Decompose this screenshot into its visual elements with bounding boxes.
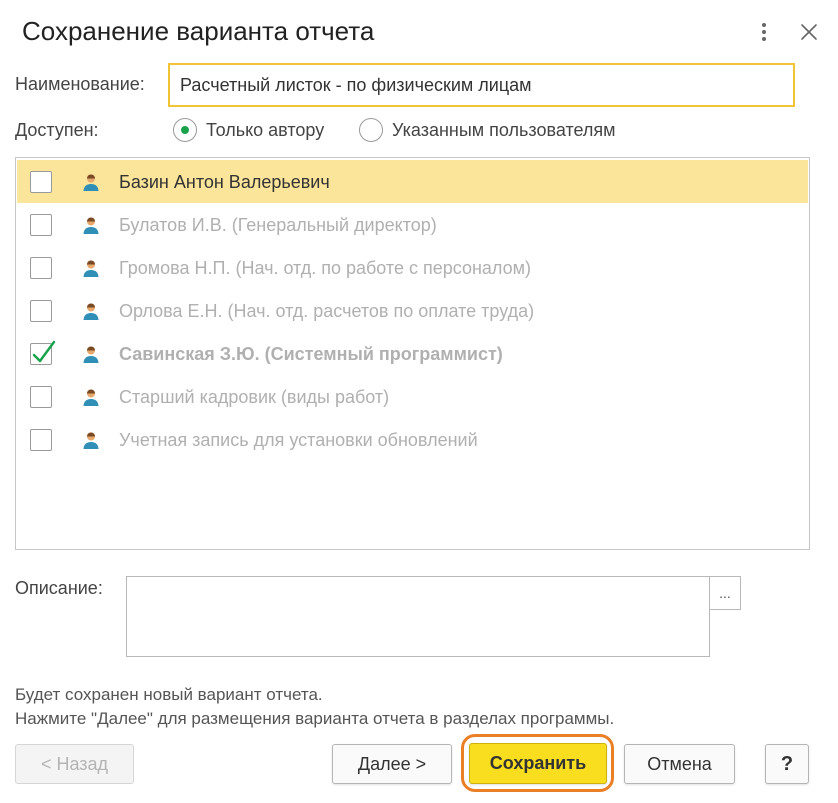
user-checkbox[interactable]	[30, 214, 52, 236]
description-label: Описание:	[15, 578, 103, 598]
user-name: Старший кадровик (виды работ)	[119, 387, 390, 407]
radio-author-only[interactable]: Только автору	[173, 118, 324, 142]
user-checkbox[interactable]	[30, 257, 52, 279]
list-item[interactable]: Базин Антон Валерьевич	[17, 160, 808, 203]
checkmark-icon	[32, 340, 56, 363]
radio-button-unchecked[interactable]	[359, 118, 383, 142]
user-icon	[81, 172, 101, 192]
user-name: Савинская З.Ю. (Системный программист)	[119, 344, 503, 364]
user-name: Орлова Е.Н. (Нач. отд. расчетов по оплат…	[119, 301, 535, 321]
user-name: Учетная запись для установки обновлений	[119, 430, 478, 450]
user-icon	[81, 301, 101, 321]
info-text-line-2: Нажмите "Далее" для размещения варианта …	[15, 709, 615, 728]
user-name: Громова Н.П. (Нач. отд. по работе с перс…	[119, 258, 531, 278]
radio-specified-users[interactable]: Указанным пользователям	[359, 118, 616, 142]
description-edit-button[interactable]: ...	[709, 576, 741, 610]
user-checkbox[interactable]	[30, 171, 52, 193]
user-list[interactable]: Базин Антон Валерьевич Булатов И.В. (Ген…	[15, 157, 810, 550]
access-label: Доступен:	[15, 120, 99, 140]
user-checkbox[interactable]	[30, 300, 52, 322]
cancel-button[interactable]: Отмена	[624, 744, 735, 784]
list-item[interactable]: Старший кадровик (виды работ)	[17, 375, 808, 418]
user-icon	[81, 387, 101, 407]
list-item[interactable]: Учетная запись для установки обновлений	[17, 418, 808, 461]
user-checkbox[interactable]	[30, 429, 52, 451]
user-icon	[81, 344, 101, 364]
radio-button-checked[interactable]	[173, 118, 197, 142]
description-input[interactable]	[126, 576, 710, 657]
list-item[interactable]: Савинская З.Ю. (Системный программист)	[17, 332, 808, 375]
user-checkbox-checked[interactable]	[30, 340, 56, 365]
back-button[interactable]: < Назад	[15, 744, 134, 784]
next-button[interactable]: Далее >	[332, 744, 452, 784]
dialog-title: Сохранение варианта отчета	[22, 16, 375, 46]
user-icon	[81, 215, 101, 235]
help-button[interactable]: ?	[765, 744, 809, 784]
info-text-line-1: Будет сохранен новый вариант отчета.	[15, 685, 323, 704]
more-vertical-icon[interactable]	[750, 18, 778, 46]
name-label: Наименование:	[15, 74, 145, 94]
close-icon[interactable]	[794, 17, 824, 47]
list-item[interactable]: Громова Н.П. (Нач. отд. по работе с перс…	[17, 246, 808, 289]
name-input[interactable]	[168, 63, 795, 107]
user-name: Булатов И.В. (Генеральный директор)	[119, 215, 437, 235]
list-item[interactable]: Булатов И.В. (Генеральный директор)	[17, 203, 808, 246]
user-checkbox[interactable]	[30, 386, 52, 408]
user-icon	[81, 258, 101, 278]
radio-author-only-label: Только автору	[206, 119, 325, 140]
user-icon	[81, 430, 101, 450]
user-name: Базин Антон Валерьевич	[119, 172, 330, 192]
save-button[interactable]: Сохранить	[469, 743, 607, 784]
list-item[interactable]: Орлова Е.Н. (Нач. отд. расчетов по оплат…	[17, 289, 808, 332]
radio-specified-users-label: Указанным пользователям	[392, 119, 616, 140]
